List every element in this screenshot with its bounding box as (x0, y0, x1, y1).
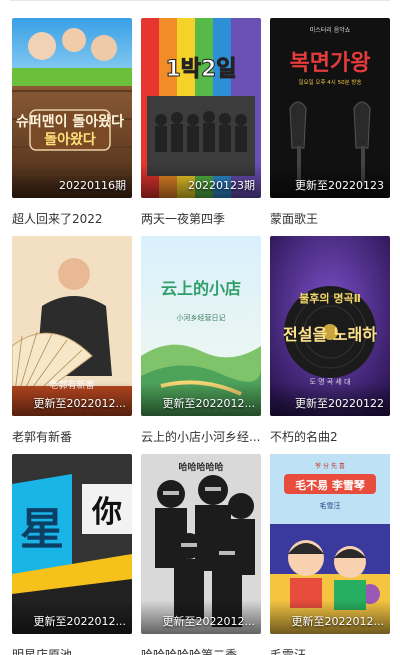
svg-text:毛雪汪: 毛雪汪 (320, 501, 341, 510)
episode-badge: 20220116期 (59, 179, 126, 192)
cloud-shop-poster[interactable]: 云上的小店 小河乡经营日记 更新至2022012... (141, 236, 261, 416)
svg-text:爷 分 先 喜: 爷 分 先 喜 (315, 462, 345, 470)
show-title[interactable]: 明星店原池 (12, 646, 132, 655)
show-card[interactable]: 슈퍼맨이 돌아왔다 돌아왔다 20220116期 超人回来了2022 (12, 18, 132, 227)
show-card[interactable]: 불후의 명곡Ⅱ 전설을 노래하 도 명 곡 세 대 更新至20220122 不朽… (270, 236, 390, 445)
episode-badge: 更新至2022012... (162, 397, 255, 410)
show-title[interactable]: 老郭有新番 (12, 428, 132, 445)
episode-badge: 更新至2022012... (162, 615, 255, 628)
show-card[interactable]: 1박2일 20220123期 两天一夜第四季 (141, 18, 261, 227)
masked-singer-poster[interactable]: 미스터리 음악쇼 복면가왕 일요일 오후 4시 50분 방송 更新至202201… (270, 18, 390, 198)
lao-guo-poster[interactable]: 老郭有新番 更新至2022012... (12, 236, 132, 416)
episode-badge: 更新至2022012... (291, 615, 384, 628)
show-card[interactable]: 云上的小店 小河乡经营日记 更新至2022012... 云上的小店小河乡经... (141, 236, 261, 445)
svg-text:돌아왔다: 돌아왔다 (44, 131, 96, 148)
poster-logo-text: 毛不易 李雪琴 (295, 478, 365, 492)
mao-xue-wang-poster[interactable]: 爷 分 先 喜 毛不易 李雪琴 毛雪汪 更新至2022012... (270, 454, 390, 634)
show-title[interactable]: 蒙面歌王 (270, 210, 390, 227)
show-title[interactable]: 超人回来了2022 (12, 210, 132, 227)
episode-badge: 更新至20220123 (295, 179, 384, 192)
svg-text:미스터리 음악쇼: 미스터리 음악쇼 (310, 26, 351, 34)
svg-text:小河乡经营日记: 小河乡经营日记 (177, 313, 226, 322)
episode-badge: 更新至2022012... (33, 615, 126, 628)
poster-logo-text: 복면가왕 (290, 51, 371, 76)
episode-badge: 更新至20220122 (295, 397, 384, 410)
immortal-songs-poster[interactable]: 불후의 명곡Ⅱ 전설을 노래하 도 명 곡 세 대 更新至20220122 (270, 236, 390, 416)
show-title[interactable]: 两天一夜第四季 (141, 210, 261, 227)
poster-logo-text: 슈퍼맨이 돌아왔다 (16, 113, 124, 130)
svg-text:星: 星 (20, 504, 64, 555)
show-title[interactable]: 不朽的名曲2 (270, 428, 390, 445)
poster-logo-text: 불후의 명곡Ⅱ (299, 291, 361, 305)
svg-text:일요일 오후 4시 50분 방송: 일요일 오후 4시 50분 방송 (298, 78, 361, 86)
star-poster[interactable]: 星 你 更新至2022012... (12, 454, 132, 634)
svg-text:전설을 노래하: 전설을 노래하 (283, 325, 377, 344)
show-title[interactable]: 云上的小店小河乡经... (141, 428, 261, 445)
poster-logo-text: 1박2일 (165, 57, 236, 82)
variety-show-grid: 슈퍼맨이 돌아왔다 돌아왔다 20220116期 超人回来了2022 1박2일 … (0, 0, 400, 655)
show-title[interactable]: 哈哈哈哈哈第二季 (141, 646, 261, 655)
two-days-one-night-poster[interactable]: 1박2일 20220123期 (141, 18, 261, 198)
poster-logo-text: 哈哈哈哈哈 (178, 461, 223, 473)
show-title[interactable]: 毛雪汪 (270, 646, 390, 655)
show-card[interactable]: 미스터리 음악쇼 복면가왕 일요일 오후 4시 50분 방송 更新至202201… (270, 18, 390, 227)
poster-logo-text: 云上的小店 (161, 279, 241, 298)
hahaha-poster[interactable]: 哈哈哈哈哈 更新至2022012... (141, 454, 261, 634)
show-card[interactable]: 星 你 更新至2022012... 明星店原池 (12, 454, 132, 655)
episode-badge: 更新至2022012... (33, 397, 126, 410)
top-divider (10, 0, 390, 1)
svg-text:你: 你 (91, 495, 122, 530)
superman-returns-poster[interactable]: 슈퍼맨이 돌아왔다 돌아왔다 20220116期 (12, 18, 132, 198)
show-card[interactable]: 老郭有新番 更新至2022012... 老郭有新番 (12, 236, 132, 445)
episode-badge: 20220123期 (188, 179, 255, 192)
show-card[interactable]: 哈哈哈哈哈 更新至2022012... 哈哈哈哈哈第二季 (141, 454, 261, 655)
show-card[interactable]: 爷 分 先 喜 毛不易 李雪琴 毛雪汪 更新至2022012... 毛雪汪 (270, 454, 390, 655)
